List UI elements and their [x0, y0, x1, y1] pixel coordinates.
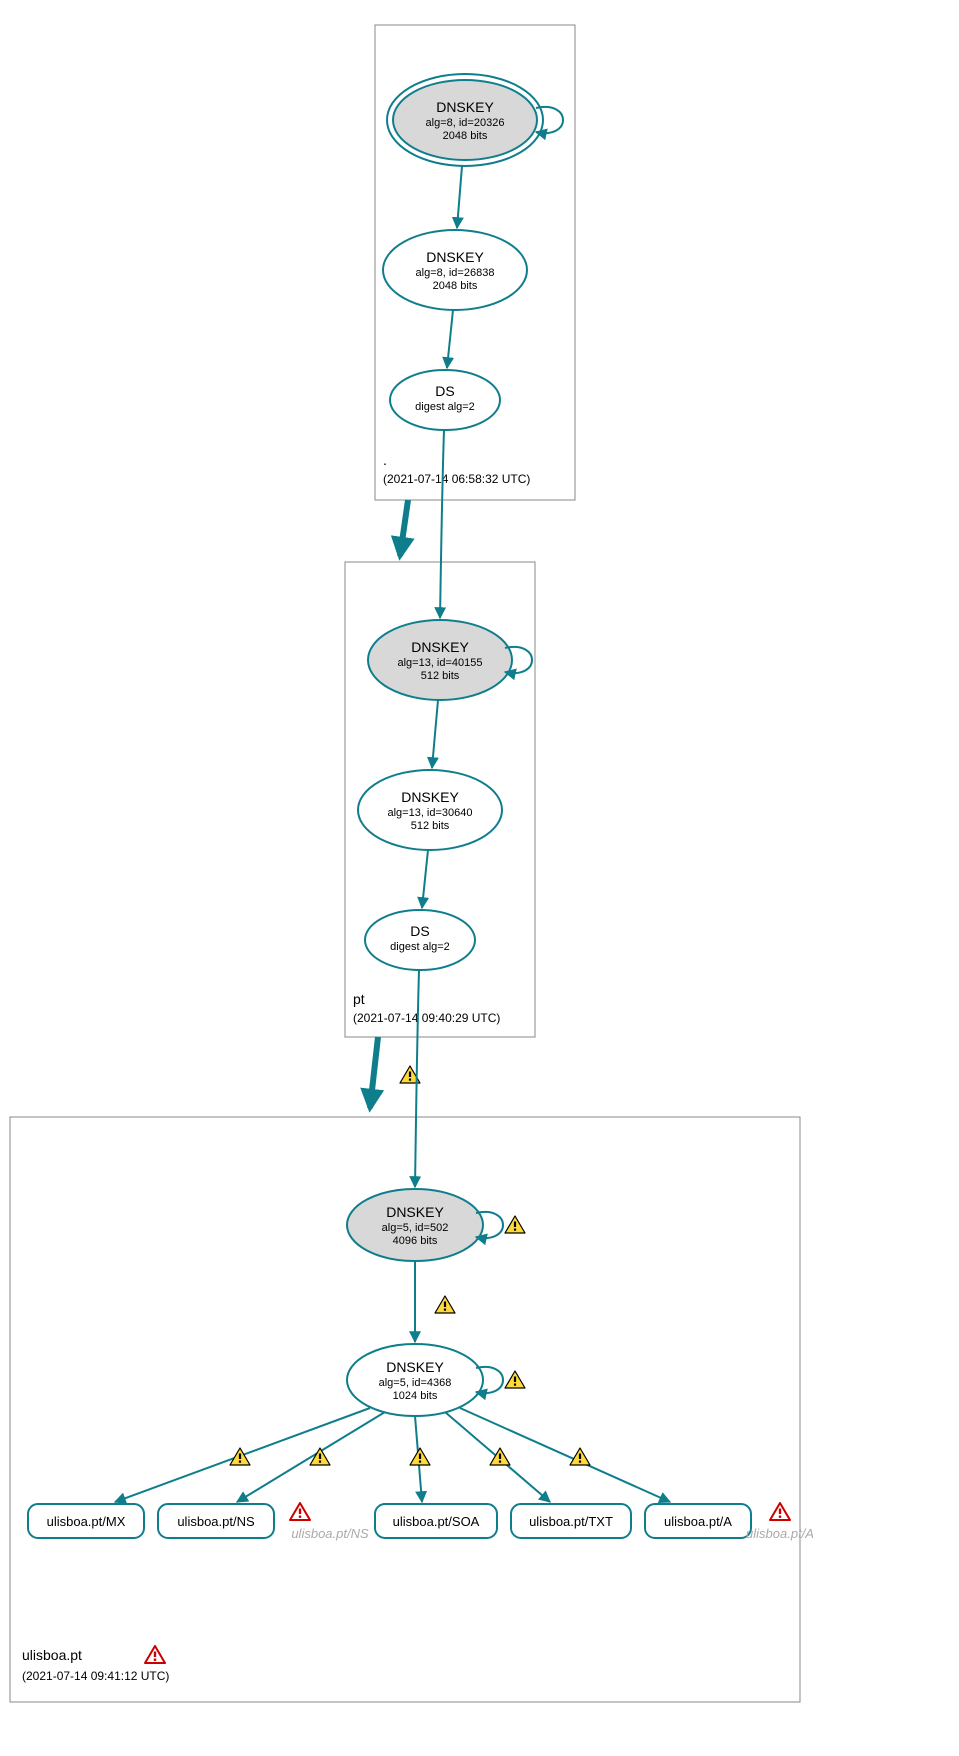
svg-text:DNSKEY: DNSKEY [436, 99, 494, 115]
svg-text:ulisboa.pt/NS: ulisboa.pt/NS [291, 1526, 369, 1541]
svg-text:DNSKEY: DNSKEY [386, 1359, 444, 1375]
svg-text:DNSKEY: DNSKEY [426, 249, 484, 265]
svg-text:ulisboa.pt/SOA: ulisboa.pt/SOA [393, 1514, 480, 1529]
warning-icon [570, 1448, 590, 1465]
node-root-zsk: DNSKEY alg=8, id=26838 2048 bits [383, 230, 527, 310]
zone-root: . (2021-07-14 06:58:32 UTC) DNSKEY alg=8… [375, 25, 575, 500]
rr-mx: ulisboa.pt/MX [28, 1504, 144, 1538]
edge-zsk-a [460, 1408, 670, 1502]
ghost-rr-a: ulisboa.pt/A [746, 1503, 814, 1541]
edge-ptksk-ptzsk [432, 700, 438, 768]
node-pt-ds: DS digest alg=2 [365, 910, 475, 970]
edge-zone-root-pt [400, 500, 408, 556]
svg-text:alg=13, id=40155: alg=13, id=40155 [397, 657, 482, 669]
zone-pt-name: pt [353, 991, 365, 1007]
svg-text:ulisboa.pt/A: ulisboa.pt/A [746, 1526, 814, 1541]
svg-text:digest alg=2: digest alg=2 [415, 401, 475, 413]
node-pt-zsk: DNSKEY alg=13, id=30640 512 bits [358, 770, 502, 850]
svg-text:digest alg=2: digest alg=2 [390, 941, 450, 953]
node-pt-ksk: DNSKEY alg=13, id=40155 512 bits [368, 620, 532, 700]
svg-text:alg=5, id=4368: alg=5, id=4368 [379, 1377, 452, 1389]
svg-text:512 bits: 512 bits [421, 670, 460, 682]
svg-text:ulisboa.pt/MX: ulisboa.pt/MX [47, 1514, 126, 1529]
edge-rootksk-rootzsk [457, 166, 462, 228]
zone-pt: pt (2021-07-14 09:40:29 UTC) DNSKEY alg=… [345, 430, 535, 1037]
edge-zsk-ns [237, 1412, 385, 1502]
warning-icon [230, 1448, 250, 1465]
svg-text:ulisboa.pt/TXT: ulisboa.pt/TXT [529, 1514, 613, 1529]
node-ul-zsk: DNSKEY alg=5, id=4368 1024 bits [347, 1344, 525, 1416]
error-icon [145, 1646, 165, 1663]
edge-zone-pt-ul [370, 1037, 378, 1108]
svg-text:2048 bits: 2048 bits [433, 280, 478, 292]
warning-icon [490, 1448, 510, 1465]
zone-pt-timestamp: (2021-07-14 09:40:29 UTC) [353, 1011, 500, 1025]
svg-text:ulisboa.pt/A: ulisboa.pt/A [664, 1514, 732, 1529]
zone-ul-name: ulisboa.pt [22, 1647, 82, 1663]
svg-text:alg=13, id=30640: alg=13, id=30640 [387, 807, 472, 819]
edge-ptzsk-ptds [422, 850, 428, 908]
zone-root-timestamp: (2021-07-14 06:58:32 UTC) [383, 472, 530, 486]
rr-txt: ulisboa.pt/TXT [511, 1504, 631, 1538]
rr-soa: ulisboa.pt/SOA [375, 1504, 497, 1538]
warning-icon [435, 1296, 455, 1313]
svg-text:DNSKEY: DNSKEY [386, 1204, 444, 1220]
rr-a: ulisboa.pt/A [645, 1504, 751, 1538]
svg-text:4096 bits: 4096 bits [393, 1235, 438, 1247]
edge-rootzsk-rootds [447, 310, 453, 368]
warning-icon [410, 1448, 430, 1465]
warning-icon [505, 1216, 525, 1233]
node-root-ds: DS digest alg=2 [390, 370, 500, 430]
svg-text:DS: DS [435, 383, 454, 399]
warning-icon [505, 1371, 525, 1388]
rr-ns: ulisboa.pt/NS [158, 1504, 274, 1538]
node-ul-ksk: DNSKEY alg=5, id=502 4096 bits [347, 1189, 525, 1261]
zone-root-name: . [383, 452, 387, 468]
ghost-rr-ns: ulisboa.pt/NS [290, 1503, 369, 1541]
dnssec-graph: . (2021-07-14 06:58:32 UTC) DNSKEY alg=8… [0, 0, 959, 1756]
svg-text:alg=8, id=26838: alg=8, id=26838 [416, 267, 495, 279]
svg-text:DS: DS [410, 923, 429, 939]
svg-text:512 bits: 512 bits [411, 820, 450, 832]
node-root-ksk: DNSKEY alg=8, id=20326 2048 bits [387, 74, 563, 166]
svg-text:DNSKEY: DNSKEY [401, 789, 459, 805]
svg-text:alg=8, id=20326: alg=8, id=20326 [426, 117, 505, 129]
zone-ul-timestamp: (2021-07-14 09:41:12 UTC) [22, 1669, 169, 1683]
svg-text:2048 bits: 2048 bits [443, 130, 488, 142]
edge-rootds-ptksk [440, 430, 444, 618]
svg-text:ulisboa.pt/NS: ulisboa.pt/NS [177, 1514, 255, 1529]
svg-text:alg=5, id=502: alg=5, id=502 [382, 1222, 449, 1234]
svg-text:1024 bits: 1024 bits [393, 1390, 438, 1402]
svg-text:DNSKEY: DNSKEY [411, 639, 469, 655]
